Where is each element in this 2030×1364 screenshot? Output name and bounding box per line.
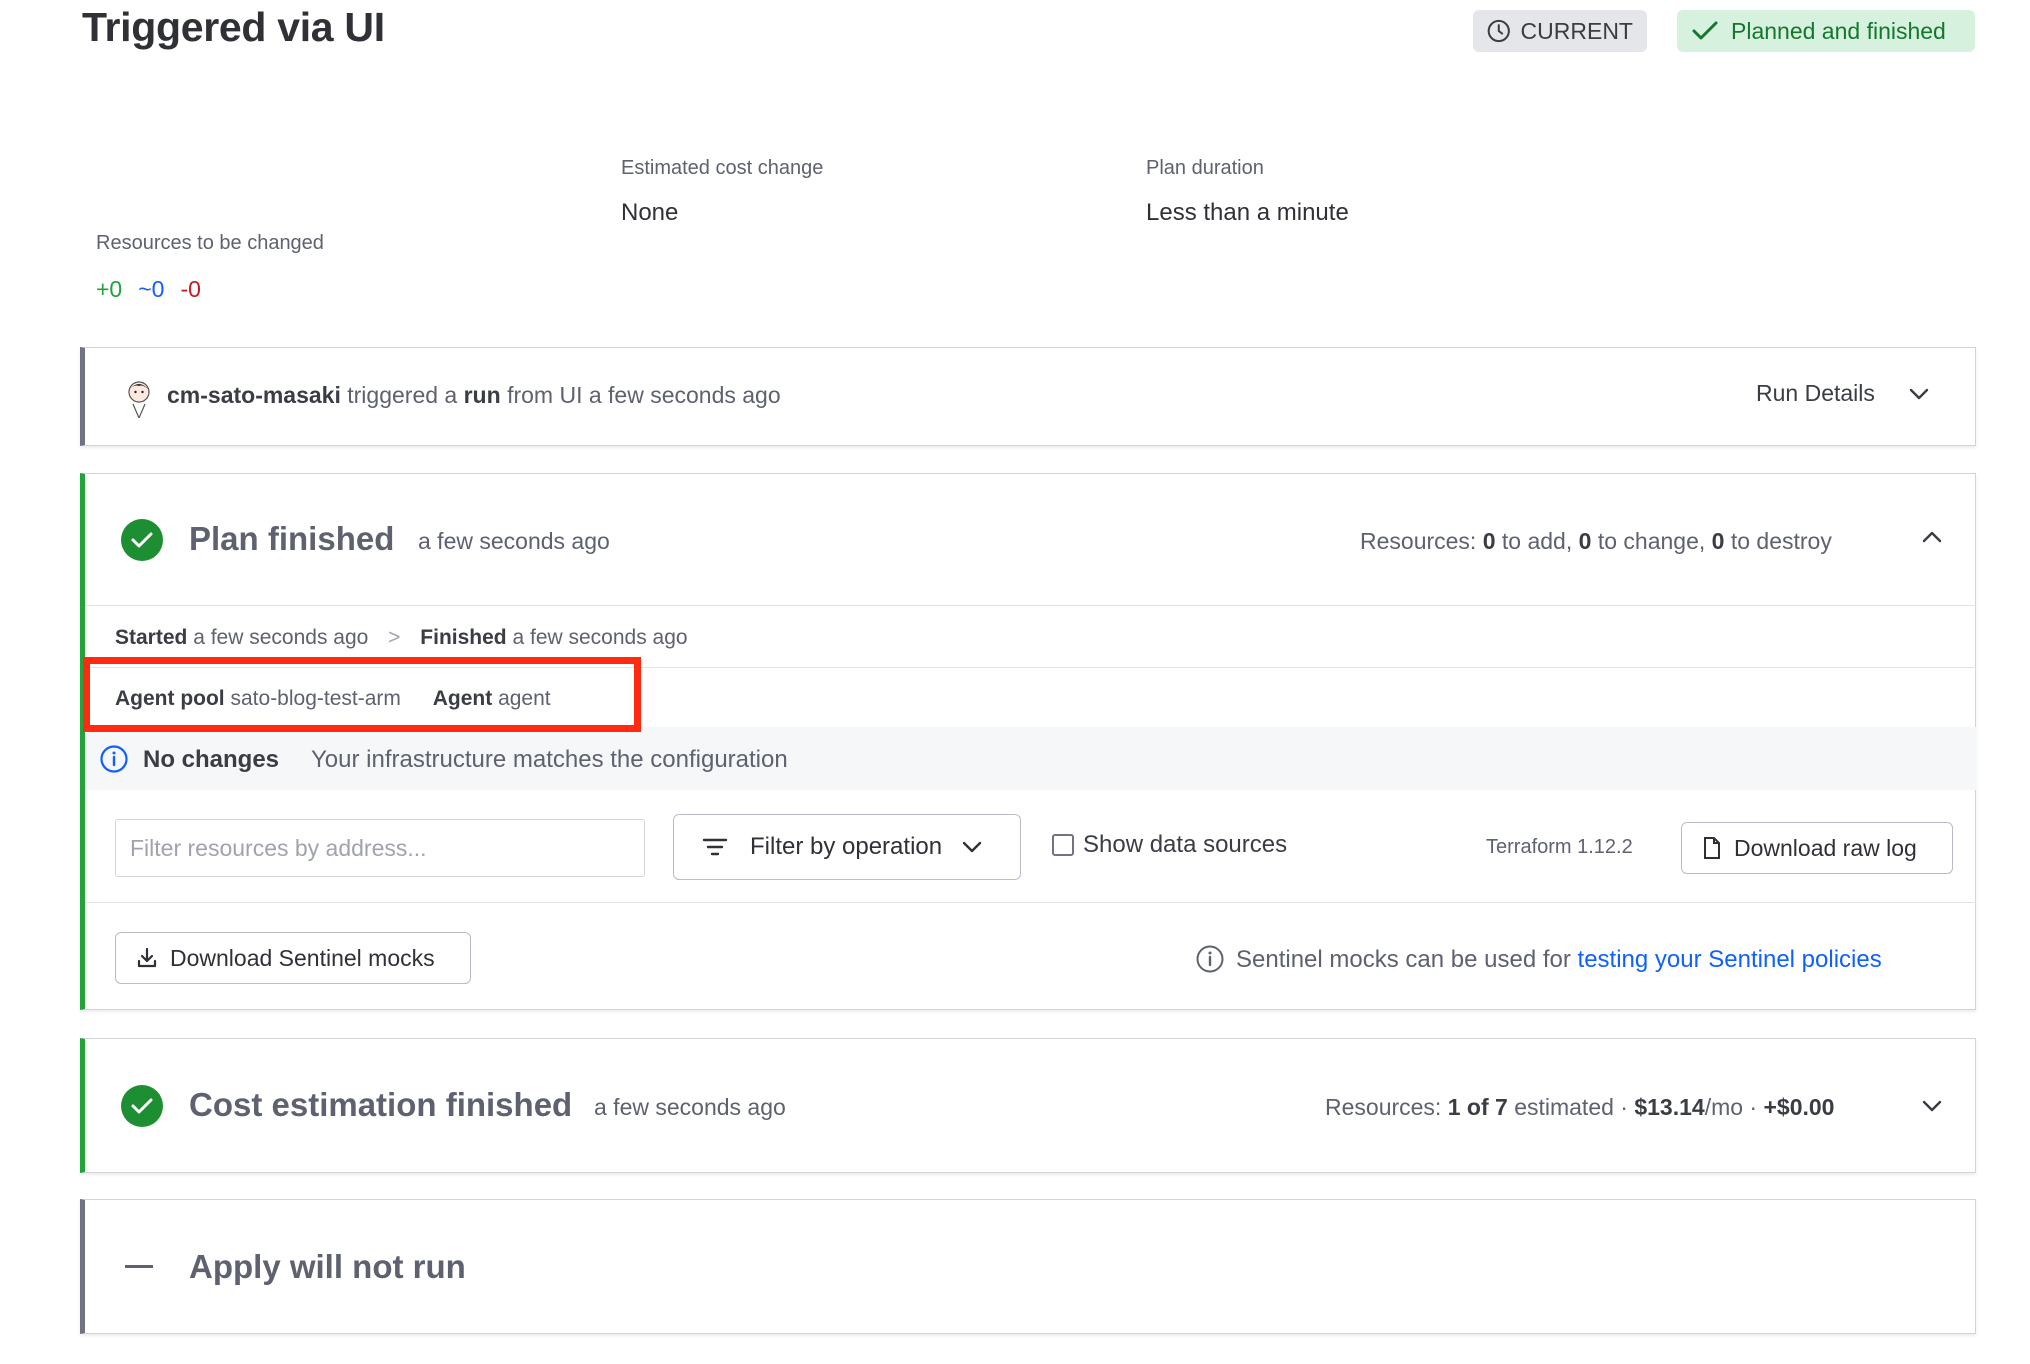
info-icon [100, 745, 128, 773]
download-raw-log-button[interactable]: Download raw log [1681, 822, 1953, 874]
avatar [128, 381, 150, 418]
no-changes-banner: No changes Your infrastructure matches t… [85, 727, 1976, 790]
add-count: +0 [96, 276, 123, 302]
sentinel-info: Sentinel mocks can be used for testing y… [1236, 946, 1882, 974]
trigger-text-part: triggered a [347, 382, 458, 408]
resources-prefix: Resources: [1360, 528, 1477, 554]
chevron-up-icon[interactable] [1922, 530, 1942, 544]
finished-label: Finished [420, 626, 507, 649]
cost-success-icon [121, 1085, 163, 1127]
apply-card: Apply will not run [80, 1199, 1976, 1334]
check-icon [131, 1098, 153, 1114]
plan-change-text: to change, [1597, 528, 1706, 554]
cost-delta: +$0.00 [1763, 1094, 1835, 1120]
filter-by-operation-dropdown[interactable]: Filter by operation [673, 814, 1021, 880]
cost-estimation-card: Cost estimation finished a few seconds a… [80, 1038, 1976, 1173]
plan-destroy-count: 0 [1711, 528, 1725, 554]
terraform-version: Terraform 1.12.2 [1486, 836, 1633, 858]
apply-title: Apply will not run [189, 1248, 466, 1285]
current-badge-label: CURRENT [1520, 17, 1633, 44]
plan-change-count: 0 [1578, 528, 1592, 554]
minus-icon [125, 1265, 153, 1268]
timing-separator: > [388, 626, 401, 649]
filter-icon [702, 838, 728, 856]
cost-resources-prefix: Resources: [1325, 1094, 1442, 1120]
resources-diff: +0 ~0 -0 [96, 276, 201, 303]
filter-operation-label: Filter by operation [750, 833, 943, 860]
current-badge: CURRENT [1473, 10, 1647, 52]
check-icon [1692, 21, 1718, 40]
plan-title: Plan finished [189, 520, 395, 557]
show-data-sources: Show data sources [1052, 831, 1287, 859]
no-changes-label: No changes [143, 746, 280, 773]
page-title: Triggered via UI [82, 4, 385, 50]
trigger-text-part: from UI a few seconds ago [507, 382, 781, 408]
trigger-run-link[interactable]: run [464, 382, 501, 408]
show-data-sources-label: Show data sources [1083, 831, 1288, 858]
cost-summary: Resources: 1 of 7 estimated · $13.14/mo … [1325, 1094, 1834, 1121]
destroy-count: -0 [180, 276, 201, 302]
cost-title: Cost estimation finished [189, 1086, 573, 1123]
no-changes-text: Your infrastructure matches the configur… [311, 746, 788, 773]
sentinel-text: Sentinel mocks can be used for [1236, 946, 1571, 973]
run-trigger-card: cm-sato-masaki triggered a run from UI a… [80, 347, 1976, 446]
plan-duration-value: Less than a minute [1146, 199, 1349, 226]
plan-success-icon [121, 519, 163, 561]
cost-change-value: None [621, 199, 679, 226]
status-badge-label: Planned and finished [1731, 17, 1946, 44]
change-count: ~0 [138, 276, 165, 302]
clock-icon [1487, 19, 1510, 43]
chevron-down-icon[interactable] [1922, 1099, 1942, 1113]
highlight-box [83, 657, 641, 732]
plan-card: Plan finished a few seconds ago Resource… [80, 473, 1976, 1010]
cost-time: a few seconds ago [594, 1094, 786, 1120]
check-icon [131, 532, 153, 548]
plan-add-count: 0 [1482, 528, 1496, 554]
download-sentinel-label: Download Sentinel mocks [170, 944, 435, 971]
download-sentinel-mocks-button[interactable]: Download Sentinel mocks [115, 932, 471, 984]
plan-destroy-text: to destroy [1730, 528, 1832, 554]
show-data-sources-checkbox[interactable] [1052, 834, 1074, 856]
file-icon [1704, 837, 1720, 859]
plan-add-text: to add, [1501, 528, 1573, 554]
plan-duration-label: Plan duration [1146, 157, 1264, 179]
status-badge: Planned and finished [1677, 10, 1975, 52]
plan-time: a few seconds ago [418, 528, 610, 554]
filter-resources-input[interactable]: Filter resources by address... [115, 819, 645, 877]
download-icon [137, 947, 157, 968]
resources-changed-label: Resources to be changed [96, 232, 324, 254]
chevron-down-icon [962, 841, 982, 853]
cost-estimated-count: 1 of 7 [1447, 1094, 1508, 1120]
sentinel-policies-link[interactable]: testing your Sentinel policies [1578, 946, 1882, 973]
chevron-down-icon [1909, 388, 1929, 399]
started-value: a few seconds ago [193, 626, 369, 649]
run-details-label: Run Details [1756, 380, 1875, 406]
cost-per-month: /mo · [1704, 1094, 1758, 1120]
cost-change-label: Estimated cost change [621, 157, 824, 179]
plan-timing: Started a few seconds ago > Finished a f… [115, 626, 688, 650]
trigger-text: cm-sato-masaki triggered a run from UI a… [167, 382, 781, 409]
divider [85, 605, 1976, 606]
cost-estimated-text: estimated · [1514, 1094, 1628, 1120]
trigger-user-link[interactable]: cm-sato-masaki [167, 382, 341, 408]
info-icon [1196, 945, 1224, 973]
run-details-toggle[interactable]: Run Details [1756, 380, 1929, 407]
started-label: Started [115, 626, 188, 649]
divider [85, 902, 1976, 903]
download-raw-log-label: Download raw log [1734, 834, 1917, 861]
cost-monthly: $13.14 [1634, 1094, 1705, 1120]
plan-resources-summary: Resources: 0 to add, 0 to change, 0 to d… [1360, 528, 1832, 555]
finished-value: a few seconds ago [512, 626, 688, 649]
